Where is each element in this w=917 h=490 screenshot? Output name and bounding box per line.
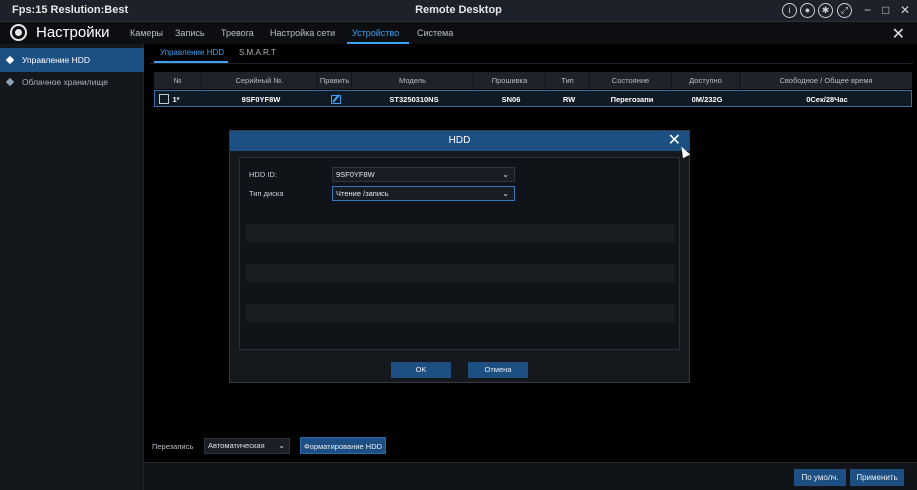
dialog-title: HDD (448, 135, 471, 146)
col-header: Тип (546, 72, 590, 89)
cancel-button[interactable]: Отмена (468, 362, 528, 378)
overwrite-label: Перезапись (152, 442, 194, 451)
dialog-row-stripe (246, 304, 675, 322)
footer-bar: По умолч. Применить (144, 462, 917, 490)
row-checkbox[interactable] (159, 94, 169, 104)
col-header: Доступно (672, 72, 740, 89)
apply-button[interactable]: Применить (850, 469, 904, 486)
close-settings-icon[interactable]: ✕ (892, 24, 905, 44)
sidebar: Управление HDD Облачное хранилище (0, 44, 144, 490)
chevron-down-icon: ⌄ (278, 441, 285, 450)
page-title-text: Настройки (36, 24, 110, 41)
minimize-icon[interactable]: − (864, 3, 871, 17)
disk-type-value: Чтение /запись (336, 189, 389, 198)
page-title: Настройки (10, 24, 110, 41)
dialog-row-stripe (246, 264, 675, 282)
settings-gear-icon (10, 24, 27, 41)
overwrite-select[interactable]: Автоматическая ⌄ (204, 438, 290, 454)
tab-record[interactable]: Запись (175, 28, 205, 38)
hdd-id-select[interactable]: 9SF0YF8W ⌄ (332, 167, 515, 182)
dialog-title-bar: HDD ✕ (230, 131, 689, 151)
info-icon[interactable]: i (782, 3, 797, 18)
col-header: Править (318, 72, 352, 89)
chevron-down-icon: ⌄ (502, 170, 509, 179)
divider (150, 63, 913, 64)
subtab-smart[interactable]: S.M.A.R.T (239, 48, 276, 57)
tab-device[interactable]: Устройство (352, 28, 399, 38)
dialog-body: HDD ID: 9SF0YF8W ⌄ Тип диска Чтение /зап… (239, 157, 680, 350)
edit-icon[interactable] (331, 95, 341, 104)
dialog-row-stripe (246, 224, 675, 242)
cell-model: ST3250310NS (389, 95, 439, 104)
hdd-dialog: HDD ✕ HDD ID: 9SF0YF8W ⌄ Тип диска Чтени… (229, 130, 690, 383)
table-header-row: № Серийный №. Править Модель Прошивка Ти… (154, 72, 912, 89)
chevron-down-icon: ⌄ (502, 189, 509, 198)
tab-network[interactable]: Настройка сети (270, 28, 335, 38)
hdd-id-label: HDD ID: (249, 170, 277, 179)
col-header: Прошивка (474, 72, 546, 89)
col-header: № (154, 72, 202, 89)
disk-type-label: Тип диска (249, 189, 284, 198)
ok-button[interactable]: OK (391, 362, 451, 378)
col-header: Состояние (590, 72, 672, 89)
overwrite-value: Автоматическая (208, 441, 265, 450)
cell-type: RW (562, 95, 576, 104)
gear-icon[interactable]: ✱ (818, 3, 833, 18)
cell-serial: 9SF0YF8W (241, 95, 281, 104)
table-row[interactable]: 1* 9SF0YF8W ST3250310NS SN06 RW Перегоза… (154, 90, 912, 107)
app-header: Настройки Камеры Запись Тревога Настройк… (0, 22, 917, 44)
hdd-id-value: 9SF0YF8W (336, 170, 375, 179)
format-hdd-button[interactable]: Форматирование HDD (300, 437, 386, 454)
record-icon[interactable]: ● (800, 3, 815, 18)
col-header: Свободное / Общее время (779, 76, 873, 85)
cell-state: Перегозапи (610, 95, 654, 104)
tab-cameras[interactable]: Камеры (130, 28, 163, 38)
sidebar-item-label: Облачное хранилище (22, 77, 109, 87)
remote-desktop-bar: Fps:15 Reslution:Best Remote Desktop i ●… (0, 0, 917, 22)
diamond-icon (5, 55, 15, 65)
cell-available: 0M/232G (691, 95, 723, 104)
fullscreen-icon[interactable]: ⤢ (837, 3, 852, 18)
tab-alarm[interactable]: Тревога (221, 28, 254, 38)
maximize-icon[interactable]: □ (882, 3, 889, 17)
disk-type-select[interactable]: Чтение /запись ⌄ (332, 186, 515, 201)
cell-num: 1* (172, 95, 180, 104)
tab-system[interactable]: Система (417, 28, 453, 38)
sidebar-item-label: Управление HDD (22, 55, 91, 65)
col-header: Модель (352, 72, 474, 89)
cell-firmware: SN06 (501, 95, 521, 104)
default-button[interactable]: По умолч. (794, 469, 846, 486)
diamond-icon (5, 77, 15, 87)
remote-desktop-title: Remote Desktop (415, 4, 502, 16)
sidebar-item-cloud-storage[interactable]: Облачное хранилище (0, 70, 144, 94)
cell-time: 0Сек/28Час (806, 95, 848, 104)
subtab-hdd-management[interactable]: Управление HDD (160, 48, 224, 57)
col-header: Серийный №. (202, 72, 318, 89)
close-icon[interactable]: ✕ (900, 3, 910, 17)
cell-edit[interactable] (319, 91, 353, 108)
sidebar-item-hdd-management[interactable]: Управление HDD (0, 48, 144, 72)
